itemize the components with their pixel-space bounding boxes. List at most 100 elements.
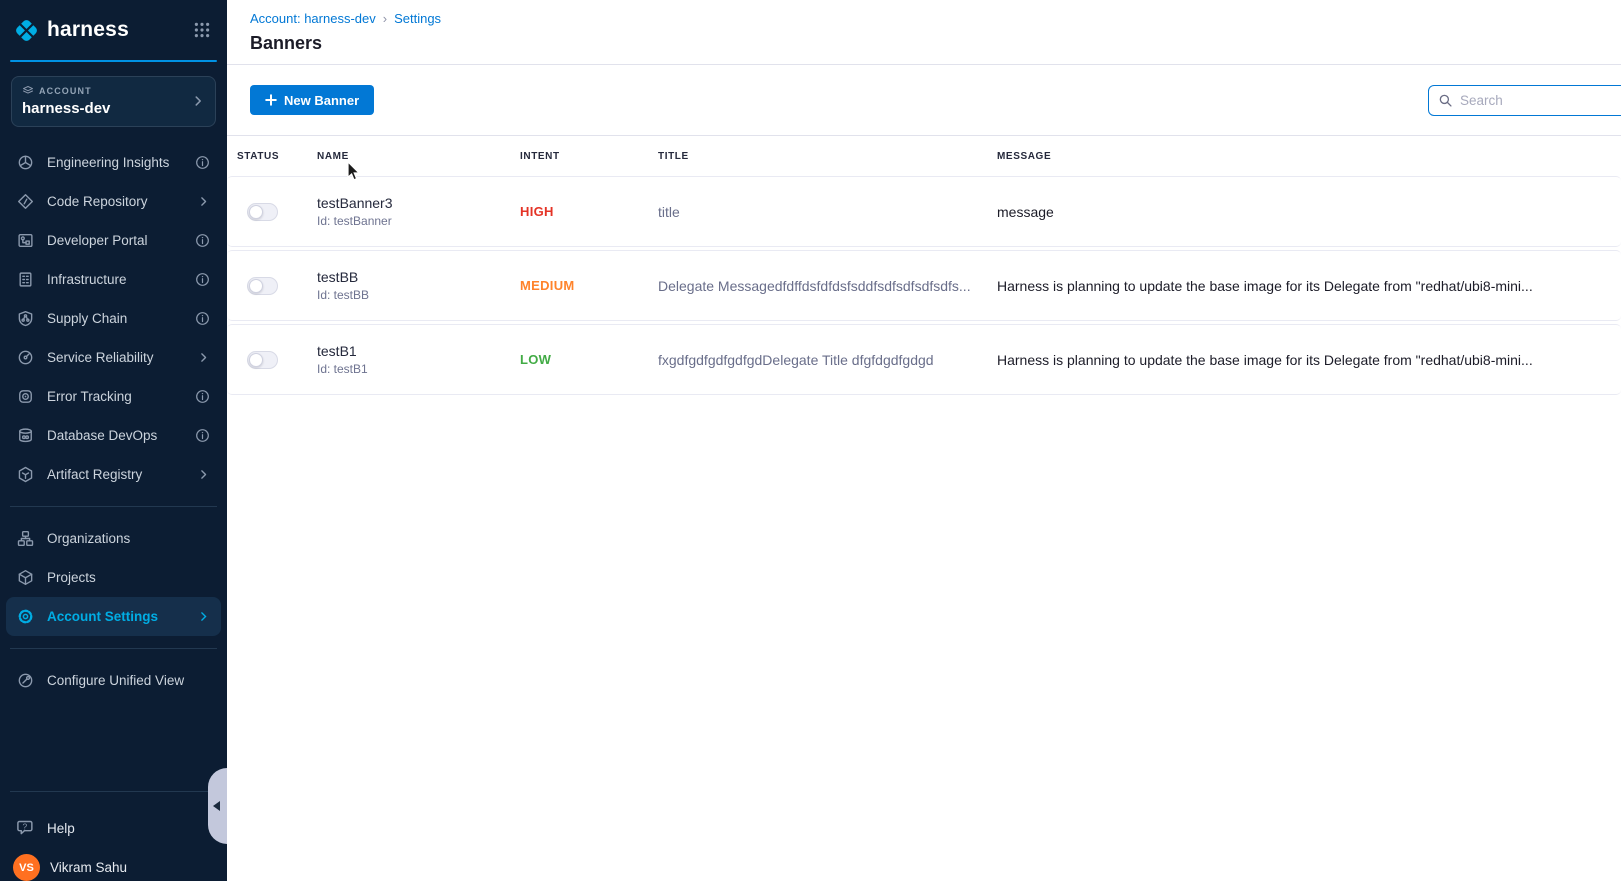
column-header-intent: INTENT bbox=[520, 151, 658, 162]
harness-logo[interactable]: harness bbox=[13, 17, 129, 44]
sidebar-item-label: Organizations bbox=[47, 531, 130, 546]
banner-name: testB1 bbox=[317, 343, 520, 359]
column-header-message: MESSAGE bbox=[997, 151, 1621, 162]
toolbar: New Banner bbox=[227, 65, 1621, 136]
user-name: Vikram Sahu bbox=[50, 860, 127, 875]
chevron-right-icon bbox=[197, 195, 210, 208]
banner-message: Harness is planning to update the base i… bbox=[997, 352, 1621, 368]
table-row[interactable]: testBanner3 Id: testBanner HIGH title me… bbox=[227, 176, 1621, 247]
sidebar-item-configure-unified-view[interactable]: Configure Unified View bbox=[6, 661, 221, 700]
banner-message: Harness is planning to update the base i… bbox=[997, 278, 1621, 294]
column-header-title: TITLE bbox=[658, 151, 997, 162]
sidebar-divider bbox=[10, 791, 217, 792]
collapse-left-arrow-icon bbox=[213, 801, 220, 811]
toggle-knob bbox=[249, 353, 263, 367]
sidebar-item-label: Developer Portal bbox=[47, 233, 148, 248]
banner-table: testBanner3 Id: testBanner HIGH title me… bbox=[227, 176, 1621, 395]
sidebar-item-error-tracking[interactable]: Error Tracking bbox=[6, 377, 221, 416]
sidebar-nav-account: Organizations Projects Account Settings bbox=[0, 519, 227, 636]
sidebar-item-label: Infrastructure bbox=[47, 272, 127, 287]
sidebar-item-label: Projects bbox=[47, 570, 96, 585]
toggle-knob bbox=[249, 205, 263, 219]
sidebar-item-label: Configure Unified View bbox=[47, 673, 184, 688]
banner-status-toggle[interactable] bbox=[247, 351, 278, 369]
sidebar-divider bbox=[10, 506, 217, 507]
projects-icon bbox=[17, 569, 34, 586]
banner-intent: MEDIUM bbox=[520, 278, 658, 293]
breadcrumb-account-link[interactable]: Account: harness-dev bbox=[250, 11, 376, 26]
sidebar-item-account-settings[interactable]: Account Settings bbox=[6, 597, 221, 636]
chevron-right-icon bbox=[191, 94, 205, 108]
sidebar-item-database-devops[interactable]: Database DevOps bbox=[6, 416, 221, 455]
info-icon[interactable] bbox=[195, 311, 210, 326]
artifact-registry-icon bbox=[17, 466, 34, 483]
sidebar-item-label: Error Tracking bbox=[47, 389, 132, 404]
sidebar-item-label: Service Reliability bbox=[47, 350, 154, 365]
banner-id: Id: testBB bbox=[317, 288, 520, 302]
help-button[interactable]: ? Help bbox=[0, 808, 227, 848]
banner-message: message bbox=[997, 204, 1621, 220]
table-row[interactable]: testB1 Id: testB1 LOW fxgdfgdfgdfgdfgdDe… bbox=[227, 324, 1621, 395]
sidebar-item-label: Engineering Insights bbox=[47, 155, 169, 170]
database-devops-icon bbox=[17, 427, 34, 444]
sidebar-item-artifact-registry[interactable]: Artifact Registry bbox=[6, 455, 221, 494]
sidebar-nav-modules: Engineering Insights Code Repository Dev… bbox=[0, 133, 227, 494]
info-icon[interactable] bbox=[195, 233, 210, 248]
banner-id: Id: testB1 bbox=[317, 362, 520, 376]
toggle-knob bbox=[249, 279, 263, 293]
help-label: Help bbox=[47, 821, 75, 836]
sidebar-item-developer-portal[interactable]: Developer Portal bbox=[6, 221, 221, 260]
page-title: Banners bbox=[227, 26, 1621, 64]
table-row[interactable]: testBB Id: testBB MEDIUM Delegate Messag… bbox=[227, 250, 1621, 321]
column-header-status: STATUS bbox=[237, 151, 317, 162]
sidebar-item-projects[interactable]: Projects bbox=[6, 558, 221, 597]
sidebar: harness ACCOUNT harness-dev bbox=[0, 0, 227, 881]
sidebar-item-engineering-insights[interactable]: Engineering Insights bbox=[6, 143, 221, 182]
info-icon[interactable] bbox=[195, 155, 210, 170]
user-profile[interactable]: VS Vikram Sahu bbox=[0, 848, 227, 881]
banner-title: title bbox=[658, 204, 997, 220]
sidebar-item-label: Database DevOps bbox=[47, 428, 157, 443]
account-settings-gear-icon bbox=[17, 608, 34, 625]
new-banner-button[interactable]: New Banner bbox=[250, 85, 374, 115]
engineering-insights-icon bbox=[17, 154, 34, 171]
chevron-right-icon bbox=[197, 610, 210, 623]
organizations-icon bbox=[17, 530, 34, 547]
sidebar-item-infrastructure[interactable]: Infrastructure bbox=[6, 260, 221, 299]
help-icon: ? bbox=[17, 819, 35, 837]
account-name: harness-dev bbox=[22, 100, 191, 117]
developer-portal-icon bbox=[17, 232, 34, 249]
sidebar-item-organizations[interactable]: Organizations bbox=[6, 519, 221, 558]
breadcrumb: Account: harness-dev › Settings bbox=[227, 0, 1621, 26]
info-icon[interactable] bbox=[195, 389, 210, 404]
info-icon[interactable] bbox=[195, 428, 210, 443]
sidebar-item-label: Code Repository bbox=[47, 194, 148, 209]
banner-status-toggle[interactable] bbox=[247, 203, 278, 221]
column-header-name: NAME bbox=[317, 151, 520, 162]
apps-grid-icon[interactable] bbox=[193, 21, 211, 39]
banner-title: Delegate Messagedfdffdsfdfdsfsddfsdfsdfs… bbox=[658, 278, 997, 294]
sidebar-item-code-repository[interactable]: Code Repository bbox=[6, 182, 221, 221]
search-input[interactable] bbox=[1460, 93, 1621, 108]
service-reliability-icon bbox=[17, 349, 34, 366]
harness-logo-icon bbox=[13, 17, 40, 44]
account-scope-selector[interactable]: ACCOUNT harness-dev bbox=[11, 76, 216, 127]
chevron-right-icon bbox=[197, 351, 210, 364]
table-header: STATUS NAME INTENT TITLE MESSAGE bbox=[227, 136, 1621, 176]
search-icon bbox=[1438, 93, 1453, 108]
sidebar-nav-views: Configure Unified View bbox=[0, 661, 227, 700]
banner-id: Id: testBanner bbox=[317, 214, 520, 228]
sidebar-item-label: Supply Chain bbox=[47, 311, 127, 326]
info-icon[interactable] bbox=[195, 272, 210, 287]
brand-name: harness bbox=[47, 18, 129, 42]
sidebar-collapse-handle[interactable] bbox=[208, 768, 227, 844]
banner-intent: LOW bbox=[520, 352, 658, 367]
sidebar-divider bbox=[10, 648, 217, 649]
sidebar-item-supply-chain[interactable]: Supply Chain bbox=[6, 299, 221, 338]
banner-status-toggle[interactable] bbox=[247, 277, 278, 295]
sidebar-item-service-reliability[interactable]: Service Reliability bbox=[6, 338, 221, 377]
breadcrumb-settings-link[interactable]: Settings bbox=[394, 11, 441, 26]
banner-name: testBanner3 bbox=[317, 195, 520, 211]
code-repository-icon bbox=[17, 193, 34, 210]
banner-intent: HIGH bbox=[520, 204, 658, 219]
